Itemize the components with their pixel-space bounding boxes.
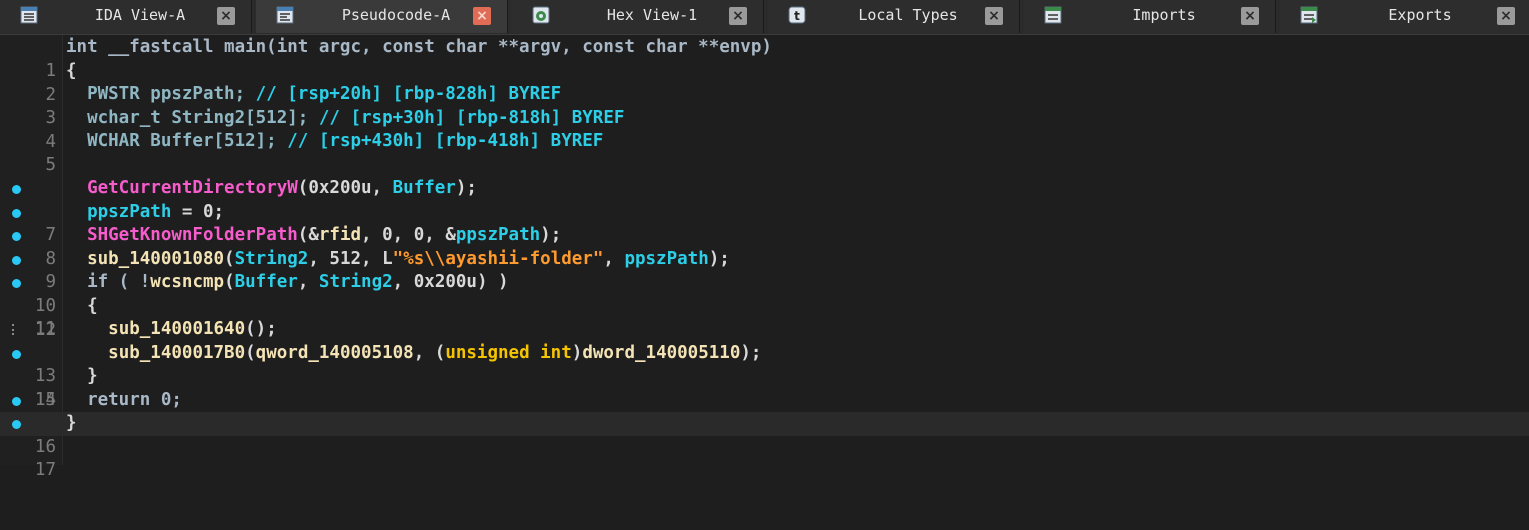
code-line-current[interactable]: 17 } [0,412,1529,480]
line-number: 17 [34,460,56,480]
breakpoint-dot-icon[interactable] [12,185,21,194]
exports-icon [1300,6,1318,24]
code-text: } [66,413,77,433]
svg-text:t: t [794,9,800,23]
close-icon[interactable]: × [985,7,1003,25]
tab-label: IDA View-A [94,6,186,24]
tab-label: Hex View-1 [606,6,698,24]
tab-label: Imports [1132,6,1196,24]
tab-imports[interactable]: Imports × [1024,0,1276,33]
tab-label: Exports [1388,6,1452,24]
close-icon[interactable]: × [729,7,747,25]
close-icon[interactable]: × [473,7,491,25]
line-number: 5 [45,154,56,175]
code-text: wchar_t String2[512]; // [rsp+30h] [rbp-… [66,108,625,128]
code-text: int __fastcall main(int argc, const char… [66,37,772,57]
pseudocode-icon [276,6,294,24]
code-text: { [87,296,98,316]
code-line[interactable]: 11 if ( !wcsncmp(Buffer, String2, 0x200u… [0,271,1529,339]
code-text: sub_140001080(String2, 512, L"%s\\ayashi… [87,249,730,269]
tab-bar: IDA View-A × Pseudocode-A × Hex View-1 ×… [0,0,1529,35]
breakpoint-dot-icon[interactable] [12,350,21,359]
tab-local-types[interactable]: t Local Types × [768,0,1020,33]
code-text: WCHAR Buffer[512]; // [rsp+430h] [rbp-41… [66,131,604,151]
breakpoint-dot-icon[interactable] [12,420,21,429]
code-line[interactable]: 10 sub_140001080(String2, 512, L"%s\\aya… [0,248,1529,316]
code-line[interactable]: 2 { [0,60,1529,105]
tab-exports[interactable]: Exports × [1280,0,1529,33]
pseudocode-editor[interactable]: 1 int __fastcall main(int argc, const ch… [0,35,1529,480]
code-line[interactable]: 12 { [0,295,1529,340]
code-text: if ( !wcsncmp(Buffer, String2, 0x200u) ) [87,272,509,292]
breakpoint-dot-icon[interactable] [12,209,21,218]
code-text: return 0; [87,390,182,410]
code-line[interactable]: 13 sub_140001640(); [0,318,1529,386]
code-line[interactable]: 8 ppszPath = 0; [0,201,1529,269]
hex-view-icon [532,6,550,24]
code-line[interactable]: 7 GetCurrentDirectoryW(0x200u, Buffer); [0,177,1529,245]
code-line[interactable]: 4 wchar_t String2[512]; // [rsp+30h] [rb… [0,107,1529,152]
ida-view-icon [20,6,38,24]
code-line[interactable]: 15 } [0,365,1529,410]
breakpoint-dot-icon[interactable] [12,232,21,241]
breakpoint-dot-icon[interactable] [12,256,21,265]
local-types-icon: t [788,6,806,24]
code-line[interactable]: 9 SHGetKnownFolderPath(&rfid, 0, 0, &pps… [0,224,1529,292]
code-text: SHGetKnownFolderPath(&rfid, 0, 0, &ppszP… [87,225,562,245]
tab-label: Pseudocode-A [341,6,451,24]
tab-ida-view-a[interactable]: IDA View-A × [0,0,252,33]
close-icon[interactable]: × [1241,7,1259,25]
code-text: { [66,61,77,81]
code-line[interactable]: 5 WCHAR Buffer[512]; // [rsp+430h] [rbp-… [0,130,1529,175]
tab-label: Local Types [858,6,958,24]
code-text: ppszPath = 0; [87,202,225,222]
close-icon[interactable]: × [1497,7,1515,25]
code-line[interactable]: 16 return 0; [0,389,1529,457]
code-line[interactable]: 3 PWSTR ppszPath; // [rsp+20h] [rbp-828h… [0,83,1529,128]
code-text: } [87,366,98,386]
code-text: GetCurrentDirectoryW(0x200u, Buffer); [87,178,477,198]
imports-icon [1044,6,1062,24]
code-text: PWSTR ppszPath; // [rsp+20h] [rbp-828h] … [66,84,562,104]
tab-hex-view-1[interactable]: Hex View-1 × [512,0,764,33]
code-line[interactable]: 14 sub_1400017B0(qword_140005108, (unsig… [0,342,1529,410]
close-icon[interactable]: × [217,7,235,25]
breakpoint-dot-icon[interactable] [12,397,21,406]
breakpoint-dot-icon[interactable] [12,279,21,288]
code-text: sub_1400017B0(qword_140005108, (unsigned… [108,343,762,363]
code-text: sub_140001640(); [108,319,277,339]
collapse-marker-icon[interactable] [12,324,20,335]
code-line[interactable]: 1 int __fastcall main(int argc, const ch… [0,36,1529,81]
tab-pseudocode-a[interactable]: Pseudocode-A × [256,0,508,33]
